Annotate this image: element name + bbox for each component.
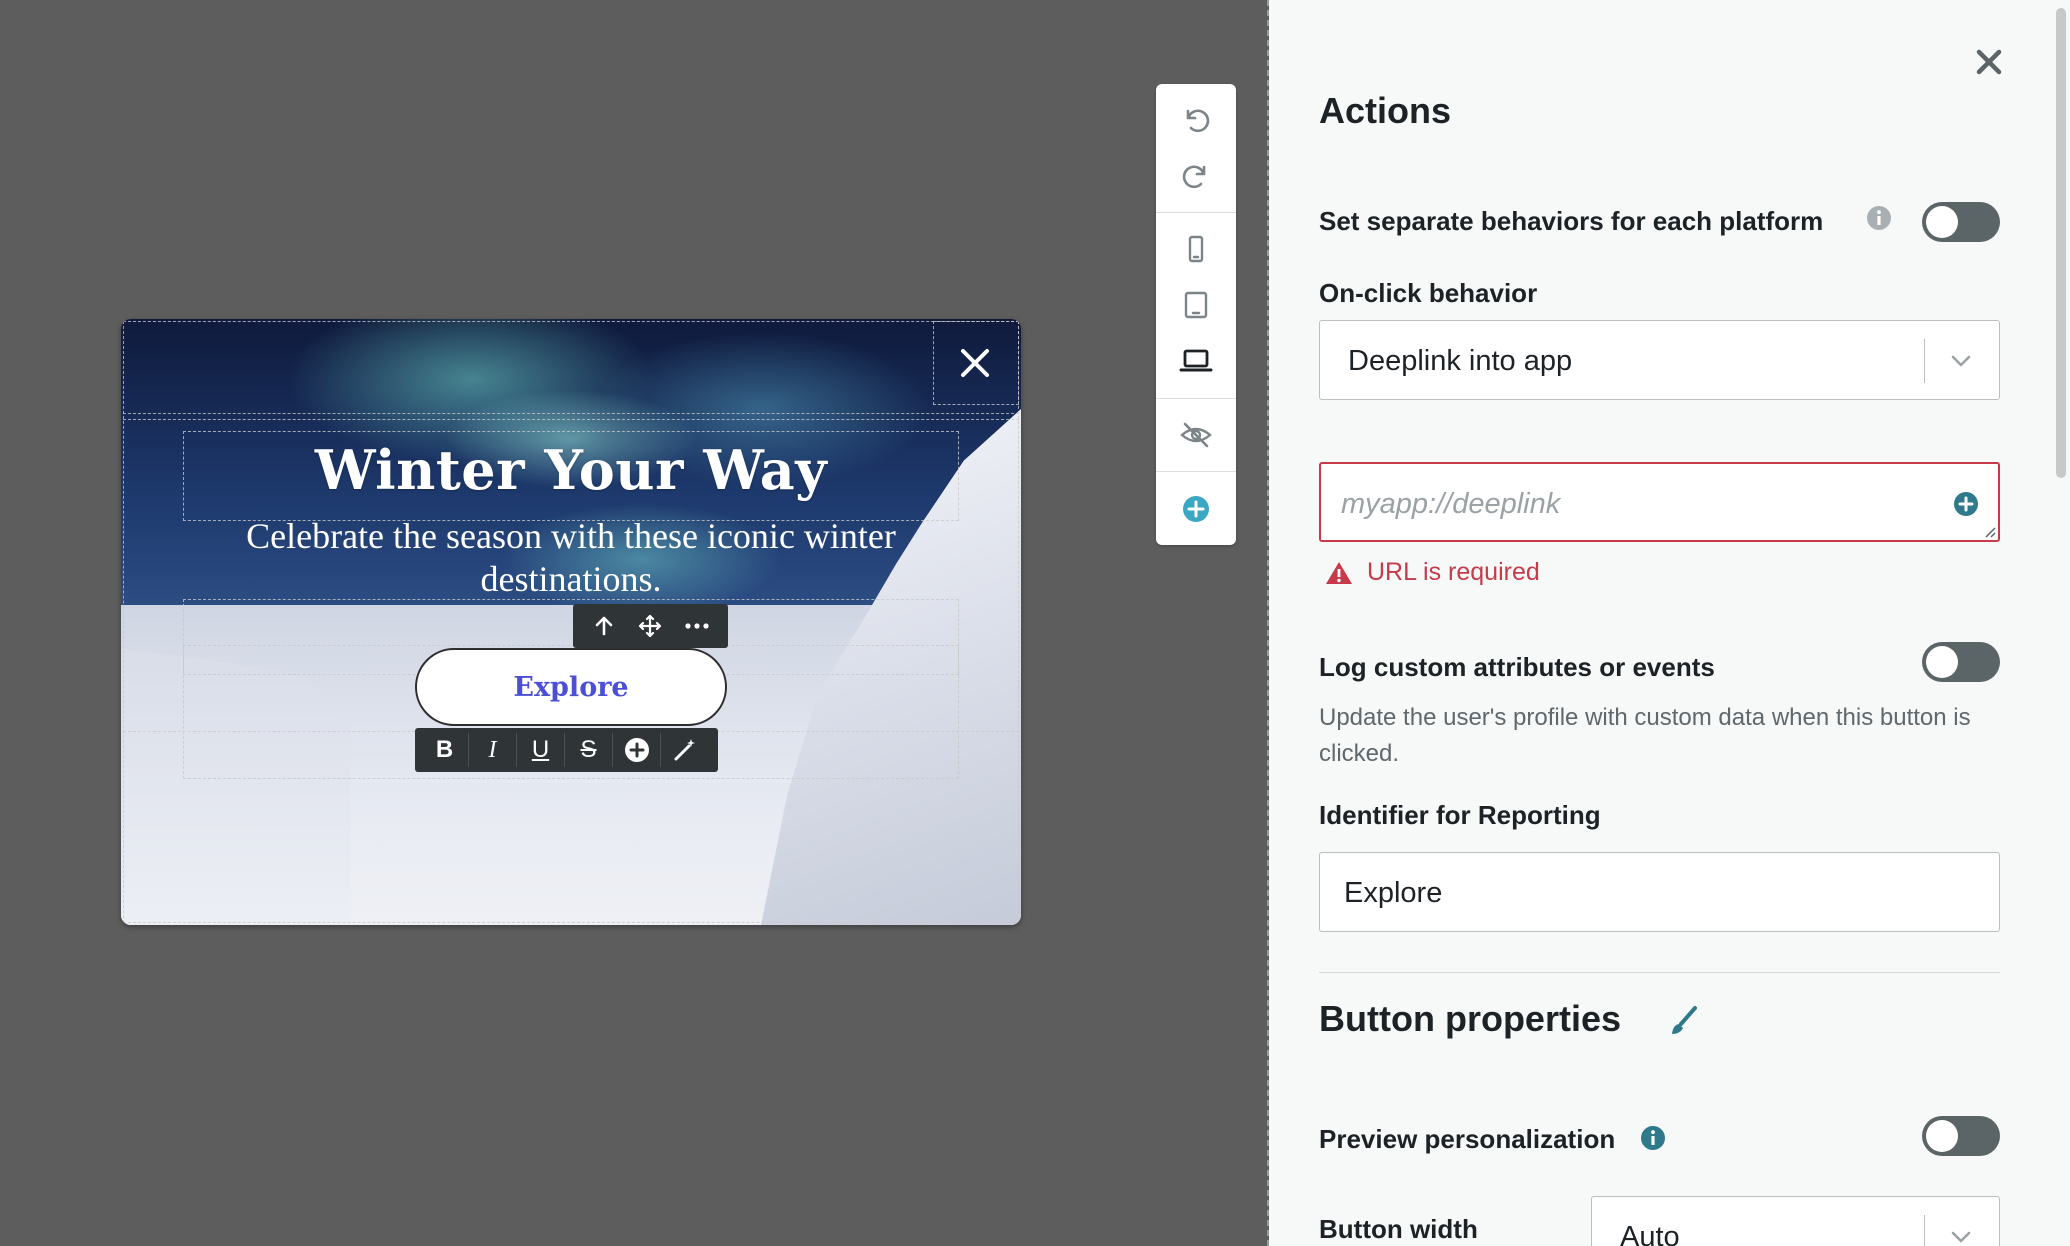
chevron-down-icon <box>1947 1223 1975 1246</box>
platform-label: Set separate behaviors for each platform <box>1319 206 1824 236</box>
drag-icon[interactable] <box>635 611 665 641</box>
underline-icon[interactable]: U <box>517 733 565 767</box>
hide-icon[interactable] <box>1176 415 1216 455</box>
identifier-input[interactable]: Explore <box>1319 852 2000 932</box>
onclick-label: On-click behavior <box>1319 278 1538 308</box>
log-toggle[interactable] <box>1922 642 2000 682</box>
magic-wand-icon[interactable] <box>661 733 709 767</box>
device-toolbar <box>1156 84 1236 545</box>
onclick-select[interactable]: Deeplink into app <box>1319 320 2000 400</box>
add-personalization-icon[interactable] <box>1952 490 1980 518</box>
button-width-select[interactable]: Auto <box>1591 1196 2000 1246</box>
log-label: Log custom attributes or events <box>1319 652 1715 682</box>
button-width-value: Auto <box>1620 1221 1680 1246</box>
block-toolbar <box>573 604 728 648</box>
info-icon[interactable] <box>1639 1124 1667 1152</box>
button-width-label: Button width <box>1319 1214 1478 1244</box>
move-up-icon[interactable] <box>589 611 619 641</box>
panel-title: Actions <box>1319 90 1452 131</box>
headline[interactable]: Winter Your Way <box>121 438 1021 502</box>
bold-icon[interactable]: B <box>421 733 469 767</box>
log-helper-text: Update the user's profile with custom da… <box>1319 704 1971 767</box>
insert-icon[interactable] <box>613 733 661 767</box>
italic-icon[interactable]: I <box>469 733 517 767</box>
deeplink-url-input[interactable]: myapp://deeplink <box>1319 462 2000 542</box>
section-title: Button properties <box>1319 998 1621 1039</box>
format-toolbar: B I U S <box>415 728 718 772</box>
identifier-value: Explore <box>1344 877 1443 909</box>
tablet-icon[interactable] <box>1176 285 1216 325</box>
phone-icon[interactable] <box>1176 229 1216 269</box>
url-placeholder: myapp://deeplink <box>1341 488 1561 520</box>
scrollbar[interactable] <box>2056 8 2066 478</box>
info-icon[interactable] <box>1865 204 1893 232</box>
add-icon[interactable] <box>1176 489 1216 529</box>
resize-grip-icon[interactable] <box>1982 524 1996 538</box>
close-icon[interactable] <box>1969 42 2009 82</box>
undo-icon[interactable] <box>1176 100 1216 140</box>
chevron-down-icon <box>1947 347 1975 375</box>
preview-personalization-label: Preview personalization <box>1319 1124 1616 1154</box>
section-divider <box>1319 972 2000 973</box>
laptop-icon[interactable] <box>1176 341 1216 381</box>
more-icon[interactable] <box>682 611 712 641</box>
preview-personalization-toggle[interactable] <box>1922 1116 2000 1156</box>
url-error-text: URL is required <box>1367 558 1540 586</box>
brush-icon[interactable] <box>1667 1004 1701 1038</box>
platform-toggle[interactable] <box>1922 202 2000 242</box>
redo-icon[interactable] <box>1176 156 1216 196</box>
editor-canvas: Winter Your Way Celebrate the season wit… <box>0 0 1267 1246</box>
explore-button[interactable]: Explore <box>415 648 727 726</box>
warning-icon <box>1326 561 1352 584</box>
message-preview: Winter Your Way Celebrate the season wit… <box>121 319 1021 925</box>
actions-panel: Actions Set separate behaviors for each … <box>1269 0 2070 1246</box>
onclick-value: Deeplink into app <box>1348 345 1573 377</box>
identifier-label: Identifier for Reporting <box>1319 800 1601 830</box>
strikethrough-icon[interactable]: S <box>565 733 613 767</box>
url-error: URL is required <box>1325 558 1540 587</box>
subheadline[interactable]: Celebrate the season with these iconic w… <box>201 515 941 601</box>
message-close-icon[interactable] <box>953 341 997 385</box>
